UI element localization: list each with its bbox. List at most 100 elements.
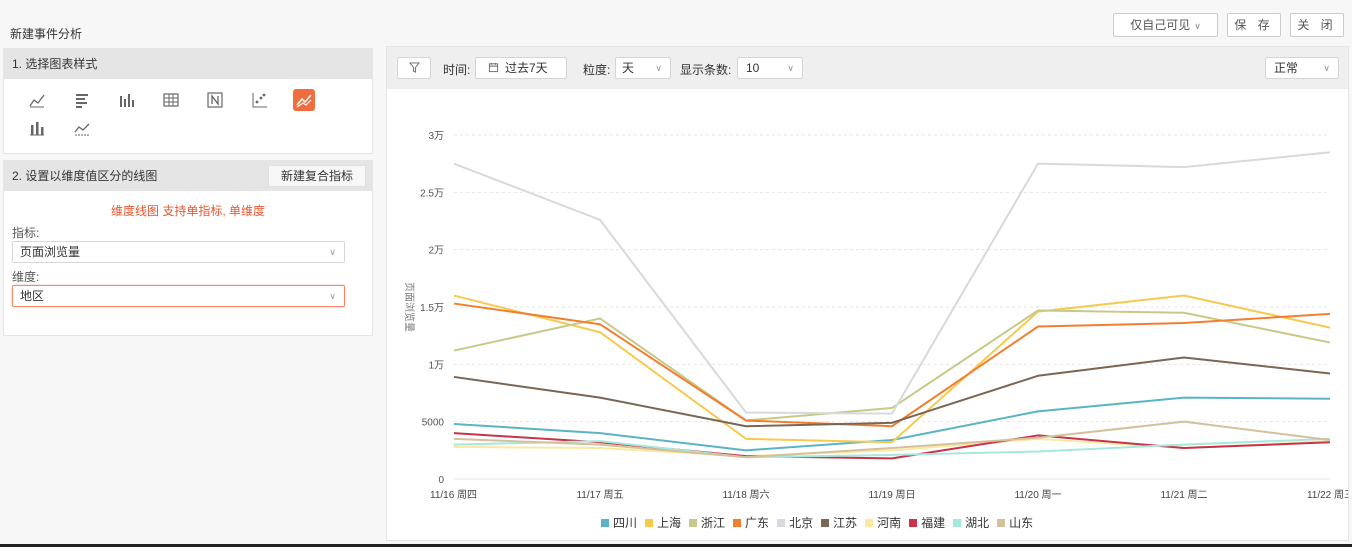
- series-line: [453, 294, 1331, 444]
- x-tick-label: 11/19 周日: [868, 489, 915, 501]
- time-range-picker[interactable]: 过去7天: [475, 57, 567, 79]
- display-count-select[interactable]: 10 ∨: [737, 57, 803, 79]
- y-axis-label: 页面浏览量: [403, 282, 416, 332]
- legend-item[interactable]: 四川: [601, 514, 637, 531]
- stacked-bar-icon[interactable]: [26, 117, 48, 139]
- y-tick-label: 2.5万: [420, 188, 444, 199]
- legend-item[interactable]: 福建: [909, 514, 945, 531]
- dimension-select[interactable]: 地区 ∨: [12, 285, 345, 307]
- legend-label: 江苏: [833, 516, 858, 530]
- display-mode-select[interactable]: 正常 ∨: [1265, 57, 1339, 79]
- time-label: 时间:: [443, 63, 471, 77]
- legend-label: 浙江: [701, 516, 726, 530]
- legend-swatch: [821, 518, 830, 527]
- y-tick-label: 0: [438, 475, 444, 486]
- line-settings-panel: 2. 设置以维度值区分的线图 新建复合指标 维度线图 支持单指标, 单维度 指标…: [3, 160, 373, 336]
- series-line: [453, 309, 1331, 422]
- legend-swatch: [645, 518, 654, 527]
- legend-swatch: [777, 518, 786, 527]
- series-line: [453, 151, 1331, 415]
- time-range-value: 过去7天: [505, 61, 548, 75]
- legend-label: 山东: [1009, 516, 1034, 530]
- chart-legend: 四川 上海 浙江 广东 北京 江苏 河南 福建 湖北 山东: [601, 514, 1041, 531]
- legend-item[interactable]: 山东: [997, 514, 1033, 531]
- x-tick-label: 11/21 周二: [1160, 489, 1207, 501]
- display-count-label: 显示条数:: [680, 63, 732, 77]
- top-bar: 新建事件分析 仅自己可见 ∨ 保 存 关 闭: [0, 0, 1352, 46]
- legend-item[interactable]: 北京: [777, 514, 813, 531]
- calendar-icon: [488, 62, 499, 73]
- y-tick-label: 3万: [428, 131, 444, 142]
- dimension-line-hint: 维度线图 支持单指标, 单维度: [110, 204, 265, 218]
- chart-style-panel: 1. 选择图表样式: [3, 48, 373, 154]
- legend-swatch: [909, 518, 918, 527]
- legend-item[interactable]: 湖北: [953, 514, 989, 531]
- add-composite-metric-button[interactable]: 新建复合指标: [268, 165, 366, 187]
- granularity-value: 天: [622, 61, 635, 75]
- x-tick-label: 11/18 周六: [722, 489, 769, 501]
- x-tick-label: 11/16 周四: [430, 489, 477, 501]
- y-tick-label: 1.5万: [420, 303, 444, 314]
- legend-swatch: [953, 518, 962, 527]
- scatter-icon[interactable]: [249, 89, 271, 111]
- legend-item[interactable]: 广东: [733, 514, 769, 531]
- metric-label: 指标:: [12, 226, 40, 240]
- chart-toolbar: 时间: 过去7天 粒度: 天 ∨ 显示条数: 10 ∨ 正常 ∨: [387, 47, 1348, 89]
- dimension-label: 维度:: [12, 270, 40, 284]
- chevron-down-icon: ∨: [1323, 63, 1330, 73]
- config-sidebar: 1. 选择图表样式 2. 设置以维度值区分的线图 新建复合指标 维度线图 支持单…: [0, 46, 373, 547]
- chevron-down-icon: ∨: [329, 247, 336, 257]
- page-title: 新建事件分析: [10, 27, 83, 41]
- close-button[interactable]: 关 闭: [1290, 13, 1344, 37]
- x-tick-label: 11/17 周五: [576, 489, 623, 501]
- legend-swatch: [997, 518, 1006, 527]
- x-tick-label: 11/20 周一: [1014, 489, 1061, 501]
- number-icon[interactable]: [204, 89, 226, 111]
- metric-select[interactable]: 页面浏览量 ∨: [12, 241, 345, 263]
- chevron-down-icon: ∨: [329, 291, 336, 301]
- horizontal-bar-icon[interactable]: [71, 89, 93, 111]
- dimension-value: 地区: [20, 289, 45, 303]
- table-icon[interactable]: [160, 89, 182, 111]
- chevron-down-icon: ∨: [787, 63, 794, 73]
- line-chart-icon[interactable]: [26, 89, 48, 111]
- legend-label: 河南: [877, 516, 902, 530]
- granularity-select[interactable]: 天 ∨: [615, 57, 671, 79]
- visibility-dropdown[interactable]: 仅自己可见 ∨: [1113, 13, 1218, 37]
- vertical-bar-icon[interactable]: [115, 89, 137, 111]
- legend-swatch: [601, 518, 609, 527]
- filter-button[interactable]: [397, 57, 431, 79]
- chart-style-heading: 1. 选择图表样式: [4, 49, 372, 79]
- y-tick-label: 5000: [422, 418, 445, 429]
- legend-label: 四川: [613, 516, 638, 530]
- visibility-label: 仅自己可见: [1130, 18, 1191, 32]
- chevron-down-icon: ∨: [655, 63, 662, 73]
- legend-item[interactable]: 上海: [645, 514, 681, 531]
- series-line: [453, 356, 1331, 428]
- legend-swatch: [865, 518, 874, 527]
- area-line-icon[interactable]: [71, 117, 93, 139]
- chart-type-list: [4, 79, 372, 145]
- save-button[interactable]: 保 存: [1227, 13, 1281, 37]
- legend-label: 广东: [745, 516, 770, 530]
- dimension-line-icon[interactable]: [293, 89, 315, 111]
- legend-swatch: [733, 518, 742, 527]
- chevron-down-icon: ∨: [1194, 21, 1201, 31]
- chart-panel: 时间: 过去7天 粒度: 天 ∨ 显示条数: 10 ∨ 正常 ∨ 0 5000 1万 1.5…: [386, 46, 1352, 541]
- display-mode-value: 正常: [1274, 61, 1299, 75]
- line-chart-svg: 0 5000 1万 1.5万 2万 2.5万 3万 11/16 周四 11/17 周五 11/18…: [403, 131, 1352, 501]
- y-tick-label: 2万: [428, 246, 444, 257]
- legend-item[interactable]: 江苏: [821, 514, 857, 531]
- legend-label: 福建: [921, 516, 946, 530]
- filter-icon: [408, 62, 420, 73]
- legend-label: 上海: [657, 516, 682, 530]
- legend-item[interactable]: 浙江: [689, 514, 725, 531]
- legend-label: 北京: [789, 516, 814, 530]
- x-tick-label: 11/22 周三: [1307, 489, 1348, 501]
- legend-item[interactable]: 河南: [865, 514, 901, 531]
- y-tick-label: 1万: [428, 360, 444, 371]
- line-chart: 0 5000 1万 1.5万 2万 2.5万 3万 11/16 周四 11/17 周五 11/18…: [387, 89, 1352, 540]
- display-count-value: 10: [746, 61, 760, 75]
- metric-value: 页面浏览量: [20, 245, 81, 259]
- legend-label: 湖北: [965, 516, 990, 530]
